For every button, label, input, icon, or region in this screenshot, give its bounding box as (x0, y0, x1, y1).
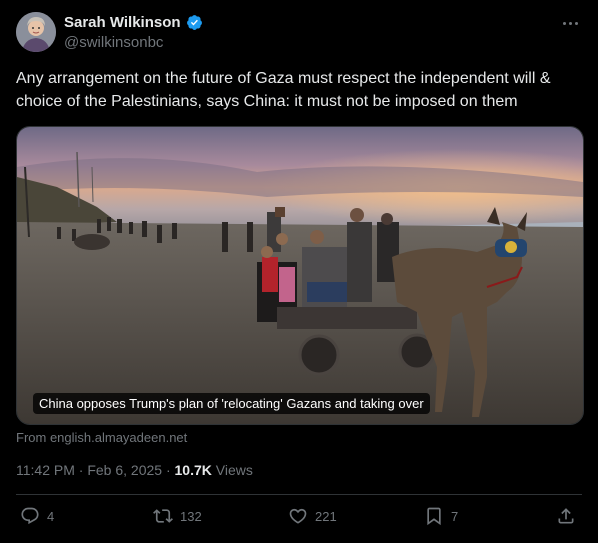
share-button[interactable] (556, 506, 576, 526)
author-name[interactable]: Sarah Wilkinson (64, 14, 181, 31)
media-card[interactable]: China opposes Trump's plan of 'relocatin… (16, 126, 584, 425)
more-icon[interactable] (558, 14, 582, 32)
link-source[interactable]: From english.almayadeen.net (16, 430, 187, 445)
author-name-row[interactable]: Sarah Wilkinson (64, 14, 203, 31)
reply-icon (21, 507, 39, 525)
reply-button[interactable]: 4 (20, 506, 54, 526)
repost-icon (153, 509, 173, 523)
action-bar: 4 132 221 7 (16, 506, 582, 532)
tweet-meta: 11:42 PM · Feb 6, 2025 · 10.7K Views (16, 462, 253, 478)
like-button[interactable]: 221 (288, 506, 337, 526)
author-handle[interactable]: @swilkinsonbc (64, 34, 163, 51)
like-icon (289, 508, 307, 524)
repost-button[interactable]: 132 (153, 506, 202, 526)
media-caption: China opposes Trump's plan of 'relocatin… (33, 393, 430, 414)
like-count: 221 (315, 508, 337, 524)
views-label: Views (211, 462, 253, 478)
divider (16, 494, 582, 495)
bookmark-count: 7 (451, 508, 459, 524)
avatar[interactable] (16, 12, 56, 52)
tweet-header: Sarah Wilkinson @swilkinsonbc (16, 12, 582, 54)
views-count: 10.7K (174, 462, 212, 478)
bookmark-button[interactable]: 7 (424, 506, 458, 526)
bookmark-icon (427, 507, 441, 526)
tweet-text: Any arrangement on the future of Gaza mu… (16, 70, 551, 110)
timestamp[interactable]: 11:42 PM · Feb 6, 2025 · (16, 462, 175, 478)
reply-count: 4 (47, 508, 55, 524)
media-image (17, 127, 583, 424)
share-icon (558, 508, 574, 524)
verified-badge-icon (186, 15, 202, 30)
repost-count: 132 (180, 508, 202, 524)
